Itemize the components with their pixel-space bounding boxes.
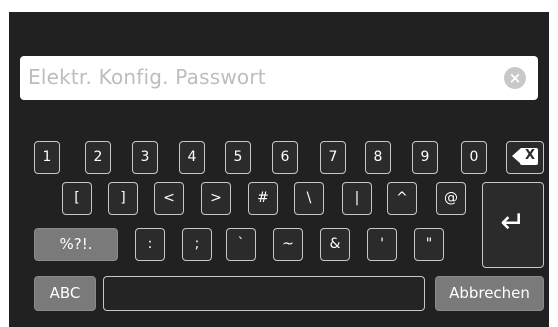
- key-tilde[interactable]: ~: [273, 228, 303, 261]
- key-open-bracket[interactable]: [: [62, 182, 92, 215]
- key-6[interactable]: 6: [272, 141, 298, 174]
- symbols-mode-button[interactable]: %?!.: [34, 228, 118, 261]
- key-at[interactable]: @: [436, 182, 466, 215]
- key-greater-than[interactable]: >: [201, 182, 231, 215]
- key-backtick[interactable]: `: [226, 228, 256, 261]
- password-input-field[interactable]: Elektr. Konfig. Passwort ×: [20, 56, 538, 100]
- key-9[interactable]: 9: [412, 141, 438, 174]
- key-hash[interactable]: #: [248, 182, 278, 215]
- key-pipe[interactable]: |: [342, 182, 372, 215]
- enter-key[interactable]: ↵: [482, 182, 544, 268]
- key-caret[interactable]: ^: [387, 182, 417, 215]
- abc-mode-button[interactable]: ABC: [34, 276, 96, 311]
- enter-icon: ↵: [500, 205, 526, 240]
- key-double-quote[interactable]: ": [414, 228, 444, 261]
- key-5[interactable]: 5: [225, 141, 251, 174]
- key-8[interactable]: 8: [365, 141, 391, 174]
- key-4[interactable]: 4: [179, 141, 205, 174]
- key-colon[interactable]: :: [135, 228, 165, 261]
- key-ampersand[interactable]: &: [320, 228, 350, 261]
- key-2[interactable]: 2: [85, 141, 111, 174]
- clear-icon[interactable]: ×: [504, 67, 526, 89]
- key-apostrophe[interactable]: ': [367, 228, 397, 261]
- key-less-than[interactable]: <: [154, 182, 184, 215]
- cancel-button[interactable]: Abbrechen: [435, 276, 544, 311]
- key-0[interactable]: 0: [461, 141, 487, 174]
- key-backslash[interactable]: \: [294, 182, 324, 215]
- key-semicolon[interactable]: ;: [182, 228, 212, 261]
- backspace-icon: X: [512, 147, 538, 165]
- key-close-bracket[interactable]: ]: [108, 182, 138, 215]
- space-bar[interactable]: [103, 276, 425, 311]
- key-3[interactable]: 3: [132, 141, 158, 174]
- password-placeholder: Elektr. Konfig. Passwort: [28, 65, 266, 89]
- key-1[interactable]: 1: [34, 141, 60, 174]
- backspace-key[interactable]: X: [506, 141, 544, 174]
- key-7[interactable]: 7: [320, 141, 346, 174]
